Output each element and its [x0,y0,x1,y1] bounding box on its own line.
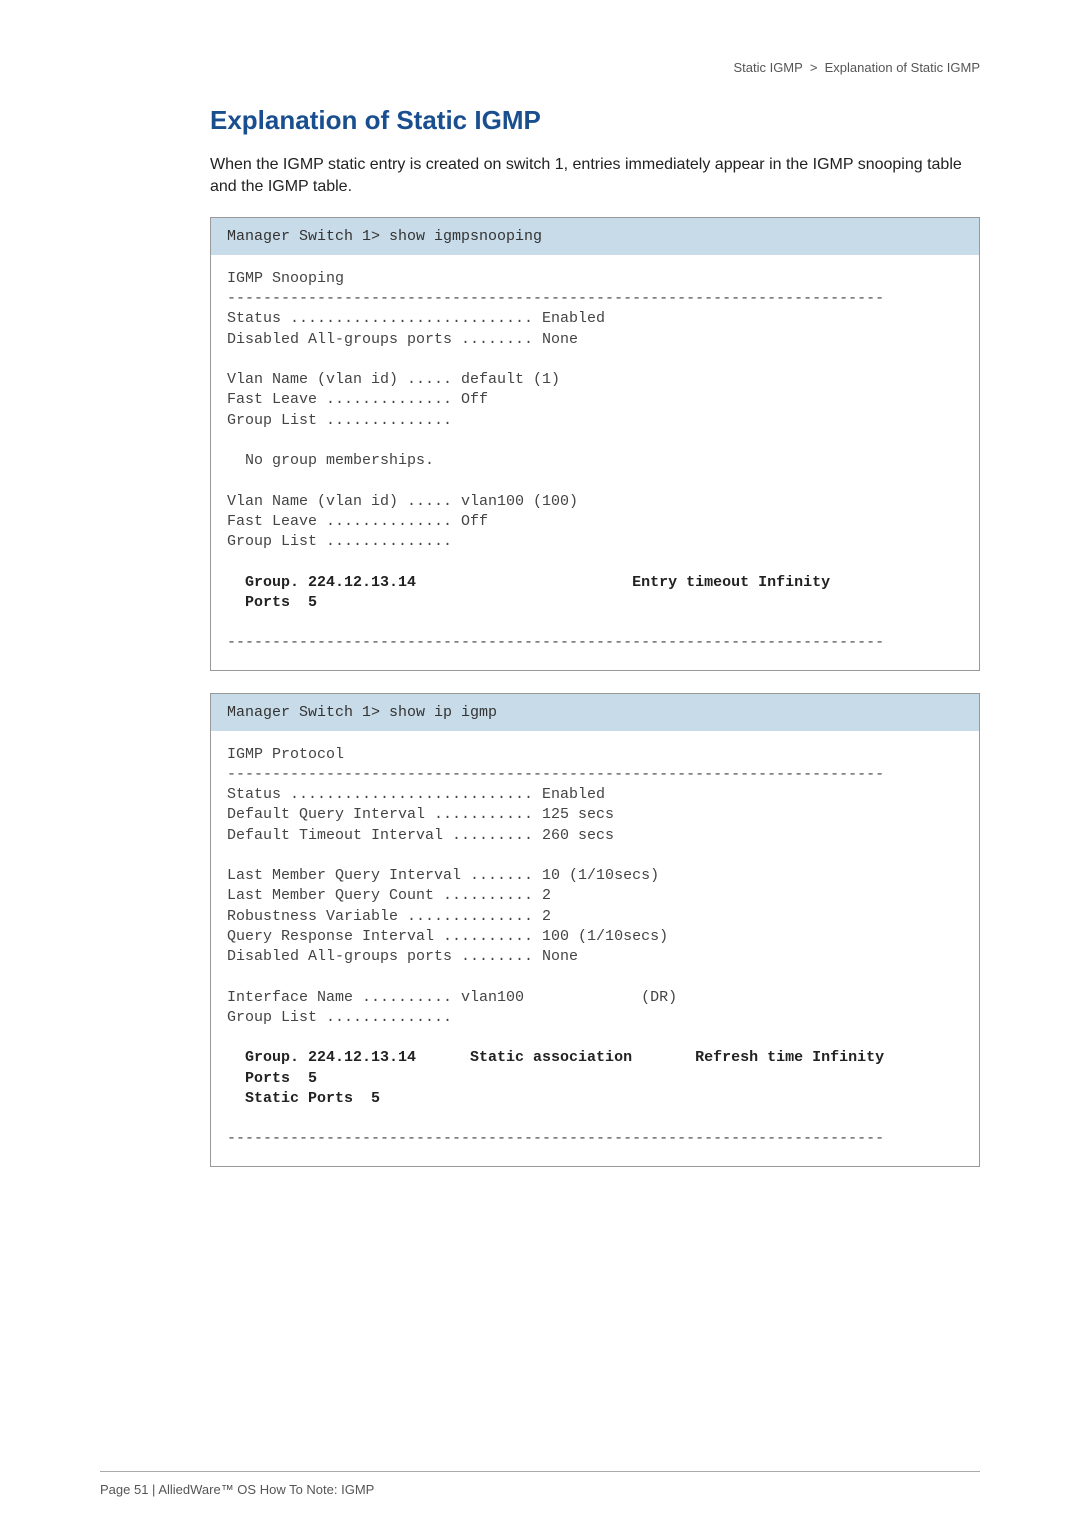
command-output: IGMP Snooping --------------------------… [211,255,979,670]
page-footer: Page 51 | AlliedWare™ OS How To Note: IG… [100,1482,374,1497]
output-disabled-ports: Disabled All-groups ports ........ None [227,331,578,348]
main-content: Explanation of Static IGMP When the IGMP… [210,105,980,1167]
output-dap: Disabled All-groups ports ........ None [227,948,578,965]
output-vlan1-grouplist: Group List .............. [227,412,452,429]
output-lmqi: Last Member Query Interval ....... 10 (1… [227,867,659,884]
breadcrumb-section: Static IGMP [733,60,802,75]
page-title: Explanation of Static IGMP [210,105,980,136]
output-dqi: Default Query Interval ........... 125 s… [227,806,614,823]
output-ports-entry: Ports 5 [227,1070,317,1087]
output-group-entry: Group. 224.12.13.14 Static association R… [227,1049,884,1066]
code-block-ipigmp: Manager Switch 1> show ip igmp IGMP Prot… [210,693,980,1167]
output-status: Status ........................... Enabl… [227,310,605,327]
code-block-igmpsnooping: Manager Switch 1> show igmpsnooping IGMP… [210,217,980,671]
output-hr: ----------------------------------------… [227,290,884,307]
output-group-entry: Group. 224.12.13.14 Entry timeout Infini… [227,574,830,591]
command-header: Manager Switch 1> show igmpsnooping [211,218,979,255]
intro-paragraph: When the IGMP static entry is created on… [210,154,980,199]
output-vlan1-msg: No group memberships. [227,452,434,469]
output-qri: Query Response Interval .......... 100 (… [227,928,668,945]
output-vlan2-fastleave: Fast Leave .............. Off [227,513,488,530]
output-lmqc: Last Member Query Count .......... 2 [227,887,551,904]
output-vlan1-name: Vlan Name (vlan id) ..... default (1) [227,371,560,388]
output-vlan1-fastleave: Fast Leave .............. Off [227,391,488,408]
output-dti: Default Timeout Interval ......... 260 s… [227,827,614,844]
command-output: IGMP Protocol --------------------------… [211,731,979,1166]
output-hr-bottom: ----------------------------------------… [227,634,884,651]
output-hr: ----------------------------------------… [227,766,884,783]
output-vlan2-name: Vlan Name (vlan id) ..... vlan100 (100) [227,493,578,510]
output-ifname: Interface Name .......... vlan100 (DR) [227,989,677,1006]
output-rv: Robustness Variable .............. 2 [227,908,551,925]
output-status: Status ........................... Enabl… [227,786,605,803]
command-header: Manager Switch 1> show ip igmp [211,694,979,731]
output-title: IGMP Protocol [227,746,344,763]
footer-divider [100,1471,980,1472]
output-ports-entry: Ports 5 [227,594,317,611]
breadcrumb: Static IGMP > Explanation of Static IGMP [100,60,980,75]
breadcrumb-separator: > [810,60,818,75]
output-vlan2-grouplist: Group List .............. [227,533,452,550]
breadcrumb-page: Explanation of Static IGMP [825,60,980,75]
output-static-ports-entry: Static Ports 5 [227,1090,380,1107]
output-hr-bottom: ----------------------------------------… [227,1130,884,1147]
output-title: IGMP Snooping [227,270,344,287]
output-grouplist: Group List .............. [227,1009,452,1026]
